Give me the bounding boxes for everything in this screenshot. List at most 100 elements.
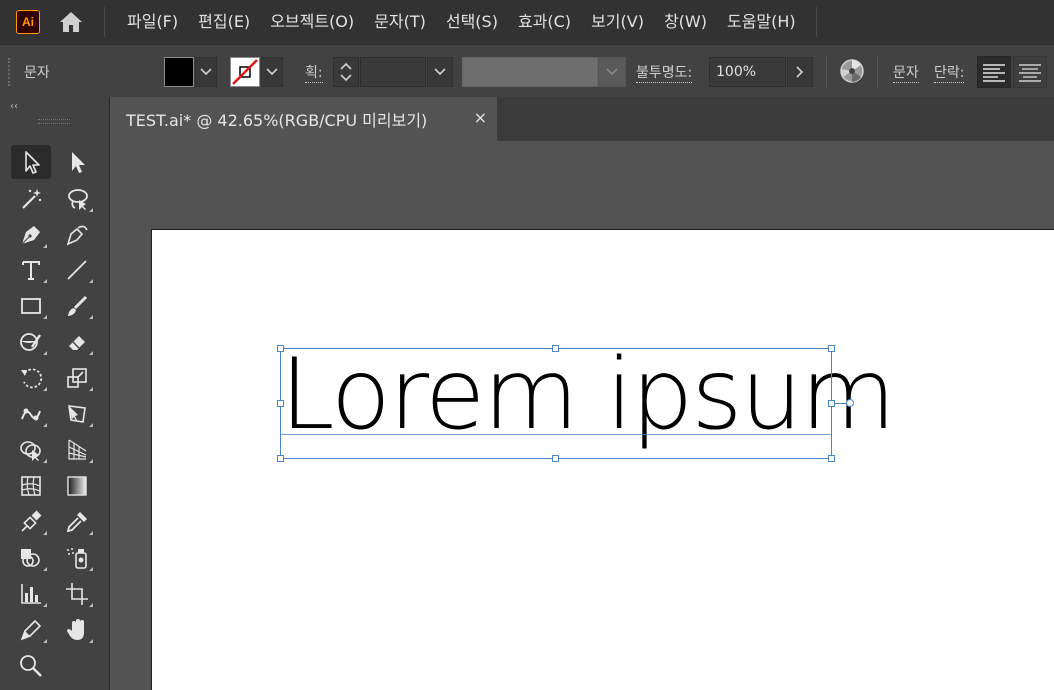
document-tab[interactable]: TEST.ai* @ 42.65%(RGB/CPU 미리보기) ×: [111, 97, 497, 141]
slice-tool[interactable]: [11, 613, 51, 647]
chevron-down-icon: [266, 68, 278, 76]
eyedropper-tool[interactable]: [57, 505, 97, 539]
chevron-down-icon: [200, 68, 212, 76]
close-icon[interactable]: ×: [474, 108, 487, 127]
fill-swatch[interactable]: [164, 57, 194, 87]
blend-icon: [21, 510, 42, 532]
selection-bounding-box[interactable]: [280, 348, 832, 459]
chevron-right-icon: [796, 66, 804, 78]
perspective-grid-tool[interactable]: [57, 433, 97, 467]
menu-divider: [815, 7, 817, 37]
line-tool[interactable]: [57, 253, 97, 287]
resize-handle-left[interactable]: [277, 400, 284, 407]
menu-type[interactable]: 문자(T): [364, 0, 436, 44]
stroke-weight-dropdown[interactable]: [427, 57, 453, 87]
zoom-tool[interactable]: [11, 649, 51, 683]
menu-object[interactable]: 오브젝트(O): [260, 0, 364, 44]
paintbrush-tool[interactable]: [57, 289, 97, 323]
menu-window[interactable]: 창(W): [654, 0, 717, 44]
rectangle-icon: [21, 298, 41, 314]
menu-select[interactable]: 선택(S): [436, 0, 508, 44]
resize-handle-top-left[interactable]: [277, 345, 284, 352]
lasso-tool[interactable]: [57, 182, 97, 216]
shaper-tool[interactable]: [11, 325, 51, 359]
type-tool[interactable]: [11, 253, 51, 287]
blend-tool[interactable]: [11, 505, 51, 539]
hand-icon: [67, 619, 84, 640]
puppet-warp-tool[interactable]: [11, 397, 51, 431]
resize-handle-bottom-right[interactable]: [828, 455, 835, 462]
menu-items: 파일(F) 편집(E) 오브젝트(O) 문자(T) 선택(S) 효과(C) 보기…: [117, 0, 806, 44]
paragraph-panel-link[interactable]: 단락:: [934, 62, 965, 83]
paintbrush-icon: [68, 295, 88, 316]
menu-edit[interactable]: 편집(E): [188, 0, 260, 44]
artboard[interactable]: Lorem ipsum: [151, 229, 1054, 690]
curvature-tool[interactable]: [57, 218, 97, 252]
pen-icon: [21, 226, 40, 245]
stroke-dropdown[interactable]: [261, 57, 283, 87]
curvature-pen-icon: [66, 225, 88, 246]
stroke-profile-select[interactable]: [462, 57, 598, 87]
stroke-swatch[interactable]: [230, 57, 260, 87]
chevron-down-icon: [606, 68, 618, 76]
column-graph-icon: [21, 584, 41, 604]
rectangle-tool[interactable]: [11, 289, 51, 323]
scale-tool[interactable]: [57, 361, 97, 395]
tools-panel: ‹‹: [0, 97, 110, 690]
menu-divider: [104, 7, 105, 37]
menu-file[interactable]: 파일(F): [117, 0, 188, 44]
mesh-tool[interactable]: [11, 469, 51, 503]
menu-view[interactable]: 보기(V): [581, 0, 654, 44]
opacity-flyout[interactable]: [787, 57, 813, 87]
panel-grip[interactable]: [38, 119, 70, 124]
line-segment-icon: [67, 260, 87, 280]
resize-handle-top-right[interactable]: [828, 345, 835, 352]
selection-tool[interactable]: [11, 145, 51, 179]
free-transform-tool[interactable]: [57, 397, 97, 431]
app-logo[interactable]: Ai: [16, 10, 40, 34]
direct-selection-arrow-icon: [72, 152, 85, 173]
home-button[interactable]: [56, 7, 86, 37]
hand-tool[interactable]: [57, 613, 97, 647]
menu-help[interactable]: 도움말(H): [717, 0, 806, 44]
chevron-down-icon: [434, 68, 446, 76]
fill-dropdown[interactable]: [195, 57, 217, 87]
magic-wand-tool[interactable]: [11, 182, 51, 216]
divider: [826, 55, 827, 89]
live-paint-icon: [21, 549, 40, 567]
artboard-tool[interactable]: [57, 577, 97, 611]
align-center-icon: [1019, 64, 1041, 82]
gradient-tool[interactable]: [57, 469, 97, 503]
stroke-weight-input[interactable]: [360, 57, 426, 87]
recolor-artwork-button[interactable]: [839, 58, 865, 84]
stroke-weight-stepper[interactable]: [333, 57, 359, 87]
rotate-tool[interactable]: [11, 361, 51, 395]
canvas[interactable]: Lorem ipsum: [111, 141, 1054, 690]
stroke-profile-dropdown[interactable]: [598, 57, 626, 87]
eraser-icon: [69, 336, 85, 350]
resize-handle-bottom-left[interactable]: [277, 455, 284, 462]
eraser-tool[interactable]: [57, 325, 97, 359]
text-widget-handle[interactable]: [846, 399, 854, 407]
align-left-button[interactable]: [977, 56, 1011, 88]
align-center-button[interactable]: [1013, 56, 1047, 88]
menu-effect[interactable]: 효과(C): [508, 0, 581, 44]
stepper-arrows-icon: [340, 62, 352, 82]
direct-selection-tool[interactable]: [57, 145, 97, 179]
opacity-input[interactable]: 100%: [709, 57, 786, 87]
live-paint-tool[interactable]: [11, 541, 51, 575]
control-bar-grip[interactable]: [8, 58, 10, 86]
column-graph-tool[interactable]: [11, 577, 51, 611]
resize-handle-bottom[interactable]: [552, 455, 559, 462]
magic-wand-icon: [22, 189, 42, 209]
pen-tool[interactable]: [11, 218, 51, 252]
shape-builder-tool[interactable]: [11, 433, 51, 467]
character-panel-link[interactable]: 문자: [893, 62, 919, 83]
symbol-sprayer-tool[interactable]: [57, 541, 97, 575]
opacity-label: 불투명도:: [636, 62, 693, 83]
resize-handle-right[interactable]: [828, 400, 835, 407]
collapse-panel-button[interactable]: ‹‹: [10, 101, 18, 112]
perspective-grid-icon: [68, 439, 87, 460]
lasso-icon: [68, 189, 88, 210]
resize-handle-top[interactable]: [552, 345, 559, 352]
